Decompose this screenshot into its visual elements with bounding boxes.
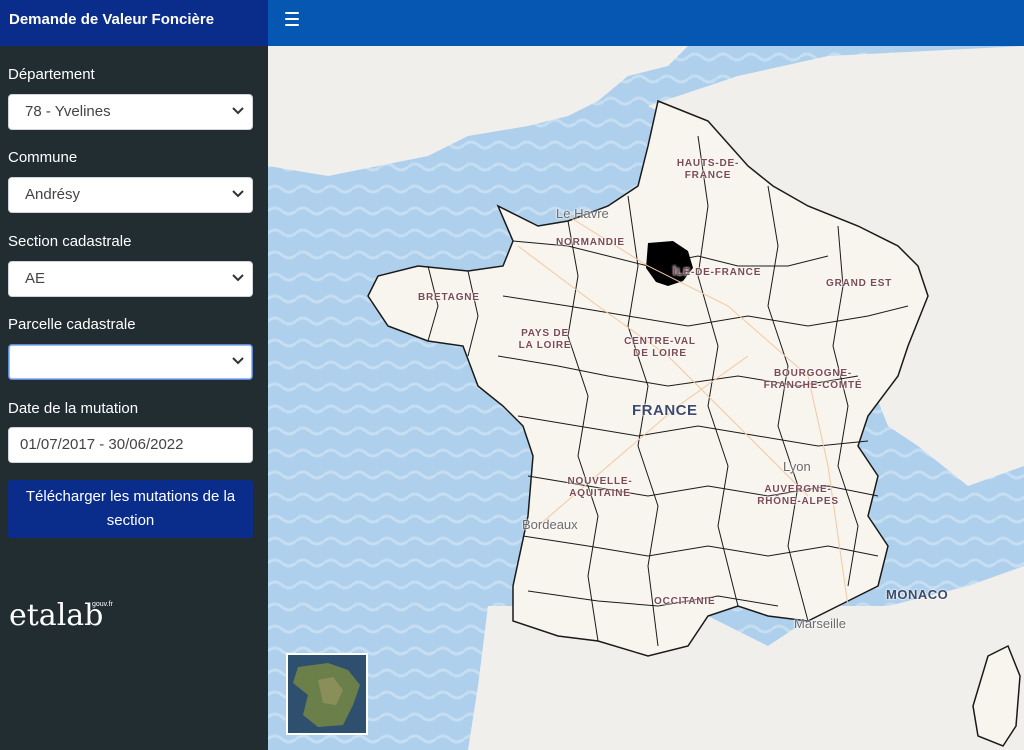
parcelle-select[interactable] xyxy=(8,344,253,380)
country-label-france: FRANCE xyxy=(632,402,698,419)
section-value: AE xyxy=(25,270,46,287)
sidebar: Département 78 - Yvelines Commune Andrés… xyxy=(0,46,268,750)
date-label: Date de la mutation xyxy=(8,400,139,417)
etalab-logo-sub: gouv.fr xyxy=(92,601,113,608)
etalab-logo[interactable]: etalab xyxy=(9,598,103,633)
city-label-bordeaux: Bordeaux xyxy=(522,517,578,532)
city-label-marseille: Marseille xyxy=(794,616,847,631)
satellite-thumbnail-icon xyxy=(288,655,366,733)
top-navbar xyxy=(268,0,1024,46)
app-title: Demande de Valeur Foncière xyxy=(0,0,268,46)
chevron-down-icon xyxy=(232,357,244,365)
chevron-down-icon xyxy=(232,190,244,198)
departement-value: 78 - Yvelines xyxy=(25,103,111,120)
region-label-nouvelle-aquitaine: NOUVELLE-AQUITAINE xyxy=(567,476,633,499)
country-label-monaco: MONACO xyxy=(886,587,949,602)
departement-label: Département xyxy=(8,66,95,83)
hamburger-menu-icon[interactable] xyxy=(285,12,299,28)
section-label: Section cadastrale xyxy=(8,233,132,250)
commune-value: Andrésy xyxy=(25,186,81,203)
region-label-bourgogne-franche-comte: BOURGOGNE-FRANCHE-COMTÉ xyxy=(763,368,863,391)
region-label-normandie: NORMANDIE xyxy=(556,237,625,248)
map-view[interactable]: HAUTS-DE-FRANCE NORMANDIE ÎLE-DE-FRANCE … xyxy=(268,46,1024,750)
download-button[interactable]: Télécharger les mutations de la section xyxy=(8,480,253,538)
region-label-grand-est: GRAND EST xyxy=(826,278,893,289)
section-select[interactable]: AE xyxy=(8,261,253,297)
chevron-down-icon xyxy=(232,274,244,282)
commune-select[interactable]: Andrésy xyxy=(8,177,253,213)
region-label-auvergne-rhone-alpes: AUVERGNE-RHÔNE-ALPES xyxy=(757,484,839,507)
region-label-hauts-de-france: HAUTS-DE-FRANCE xyxy=(676,158,740,181)
date-range-value: 01/07/2017 - 30/06/2022 xyxy=(20,436,184,453)
region-label-centre-val-de-loire: CENTRE-VAL DE LOIRE xyxy=(624,336,696,359)
region-label-ile-de-france: ÎLE-DE-FRANCE xyxy=(673,267,762,278)
map-canvas xyxy=(268,46,1024,750)
city-label-lyon: Lyon xyxy=(783,459,811,474)
city-label-le-havre: Le Havre xyxy=(556,206,609,221)
date-range-input[interactable]: 01/07/2017 - 30/06/2022 xyxy=(8,427,253,463)
commune-label: Commune xyxy=(8,149,78,166)
region-label-bretagne: BRETAGNE xyxy=(418,292,480,303)
region-label-occitanie: OCCITANIE xyxy=(654,596,716,607)
satellite-layer-toggle[interactable] xyxy=(286,653,368,735)
departement-select[interactable]: 78 - Yvelines xyxy=(8,94,253,130)
parcelle-label: Parcelle cadastrale xyxy=(8,316,136,333)
region-label-pays-de-la-loire: PAYS DE LA LOIRE xyxy=(518,328,572,351)
chevron-down-icon xyxy=(232,107,244,115)
